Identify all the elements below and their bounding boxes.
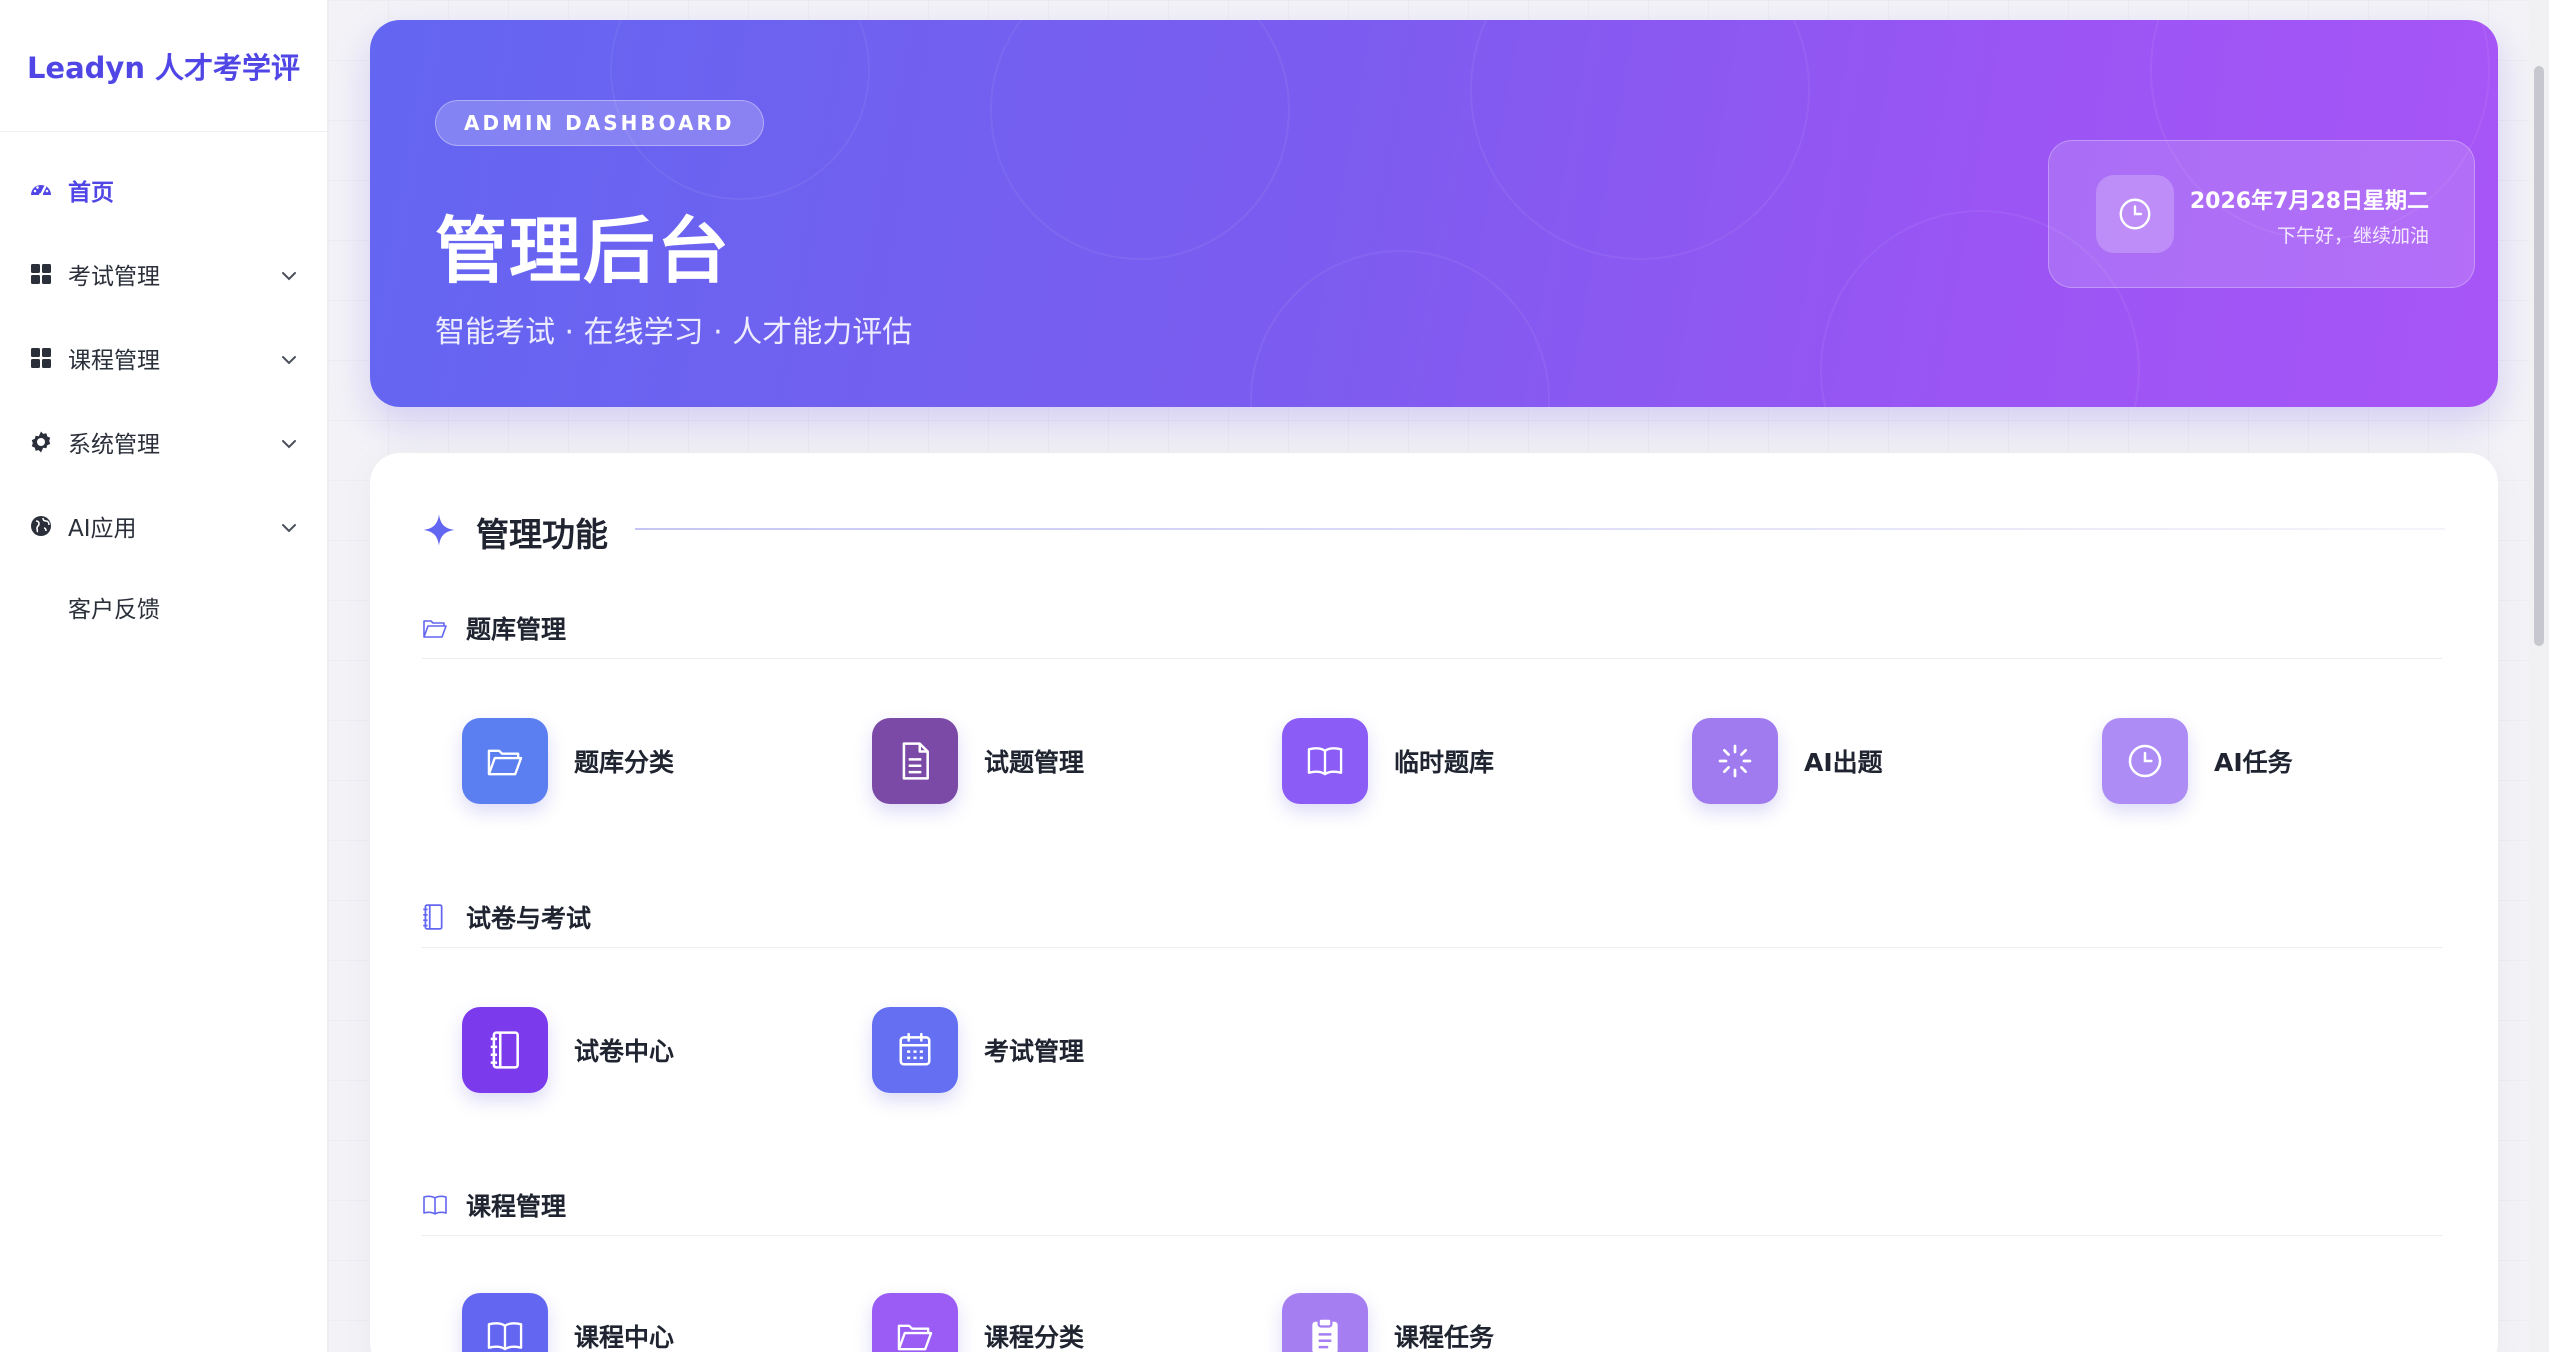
grid-icon [28,345,54,371]
management-functions-panel: 管理功能 题库管理 题库分类 试题管理 临时题库 AI出题 AI任务 试卷与考试… [370,453,2498,1352]
folder-open-icon [422,614,450,642]
sidebar-item-label: 课程管理 [68,348,160,374]
admin-dashboard-badge: ADMIN DASHBOARD [435,100,764,146]
chevron-down-icon [281,261,297,287]
sidebar-item-system-management[interactable]: 系统管理 [0,400,327,484]
sidebar-item-exam-management[interactable]: 考试管理 [0,232,327,316]
book-open-icon [1282,718,1368,804]
section-title: 课程管理 [466,1192,567,1221]
globe-icon [28,513,54,539]
panel-title: 管理功能 [476,515,608,554]
decor-circle [990,20,1290,260]
document-icon [872,718,958,804]
section-header-papers-and-exams: 试卷与考试 [422,899,591,935]
tile-label: AI任务 [2214,748,2293,777]
tile-question-management[interactable]: 试题管理 [872,716,1252,806]
calendar-icon [872,1007,958,1093]
tile-course-tasks[interactable]: 课程任务 [1282,1291,1662,1352]
page-title: 管理后台 [435,209,732,293]
tile-label: 试题管理 [984,748,1085,777]
sidebar-item-course-management[interactable]: 课程管理 [0,316,327,400]
sidebar-item-label: 客户反馈 [68,597,160,623]
divider [422,658,2442,659]
scrollbar-thumb[interactable] [2534,66,2544,646]
sidebar-item-label: 首页 [68,180,114,206]
sidebar-item-customer-feedback[interactable]: 客户反馈 [0,568,327,646]
panel-header: 管理功能 [422,508,608,556]
tile-question-bank-category[interactable]: 题库分类 [462,716,842,806]
divider [422,947,2442,948]
clock-icon [2096,175,2174,253]
decor-circle [1470,20,1810,260]
sidebar-item-label: 系统管理 [68,432,160,458]
divider [422,1235,2442,1236]
loader-icon [1692,718,1778,804]
sidebar-item-label: AI应用 [68,516,137,542]
folder-icon [872,1293,958,1352]
tile-label: 课程任务 [1394,1323,1495,1352]
tile-course-center[interactable]: 课程中心 [462,1291,842,1352]
section-title: 题库管理 [466,615,567,644]
tile-label: AI出题 [1804,748,1883,777]
gear-icon [28,429,54,455]
hero-banner: ADMIN DASHBOARD 管理后台 智能考试 · 在线学习 · 人才能力评… [370,20,2498,407]
section-header-course-management: 课程管理 [422,1187,566,1223]
sparkle-icon [422,513,456,551]
tile-temporary-question-bank[interactable]: 临时题库 [1282,716,1662,806]
tile-label: 题库分类 [574,748,675,777]
tile-exam-management[interactable]: 考试管理 [872,1005,1252,1095]
tile-label: 课程中心 [574,1323,675,1352]
divider [635,528,2445,530]
main-content: ADMIN DASHBOARD 管理后台 智能考试 · 在线学习 · 人才能力评… [328,0,2549,1352]
date-card: 2026年7月28日星期二 下午好，继续加油 [2048,140,2475,288]
book-open-icon [462,1293,548,1352]
greeting-text: 下午好，继续加油 [2276,225,2429,247]
chevron-down-icon [281,513,297,539]
sidebar: Leadyn 人才考学评 首页 考试管理 课程管理 系统管理 AI应用 客户反馈 [0,0,328,1352]
vertical-scrollbar[interactable] [2529,0,2549,1352]
sidebar-nav: 首页 考试管理 课程管理 系统管理 AI应用 客户反馈 [0,132,327,646]
clipboard-icon [1282,1293,1368,1352]
book-open-icon [422,1191,450,1219]
decor-circle [1250,250,1550,407]
notebook-icon [422,903,450,931]
sidebar-item-label: 考试管理 [68,264,160,290]
sidebar-item-home[interactable]: 首页 [0,148,327,232]
app-logo[interactable]: Leadyn 人才考学评 [0,0,327,132]
section-header-question-bank: 题库管理 [422,610,566,646]
tile-course-category[interactable]: 课程分类 [872,1291,1252,1352]
tile-paper-center[interactable]: 试卷中心 [462,1005,842,1095]
tile-label: 试卷中心 [574,1037,675,1066]
dashboard-icon [28,177,54,203]
folder-icon [462,718,548,804]
tile-label: 考试管理 [984,1037,1085,1066]
tile-label: 课程分类 [984,1323,1085,1352]
grid-icon [28,261,54,287]
chevron-down-icon [281,429,297,455]
notebook-icon [462,1007,548,1093]
tile-ai-question-generation[interactable]: AI出题 [1692,716,2072,806]
tile-ai-tasks[interactable]: AI任务 [2102,716,2482,806]
tile-label: 临时题库 [1394,748,1495,777]
page-subtitle: 智能考试 · 在线学习 · 人才能力评估 [435,315,913,350]
clock-icon [2102,718,2188,804]
current-date: 2026年7月28日星期二 [2189,189,2429,214]
sidebar-item-ai-apps[interactable]: AI应用 [0,484,327,568]
chevron-down-icon [281,345,297,371]
section-title: 试卷与考试 [466,904,592,933]
